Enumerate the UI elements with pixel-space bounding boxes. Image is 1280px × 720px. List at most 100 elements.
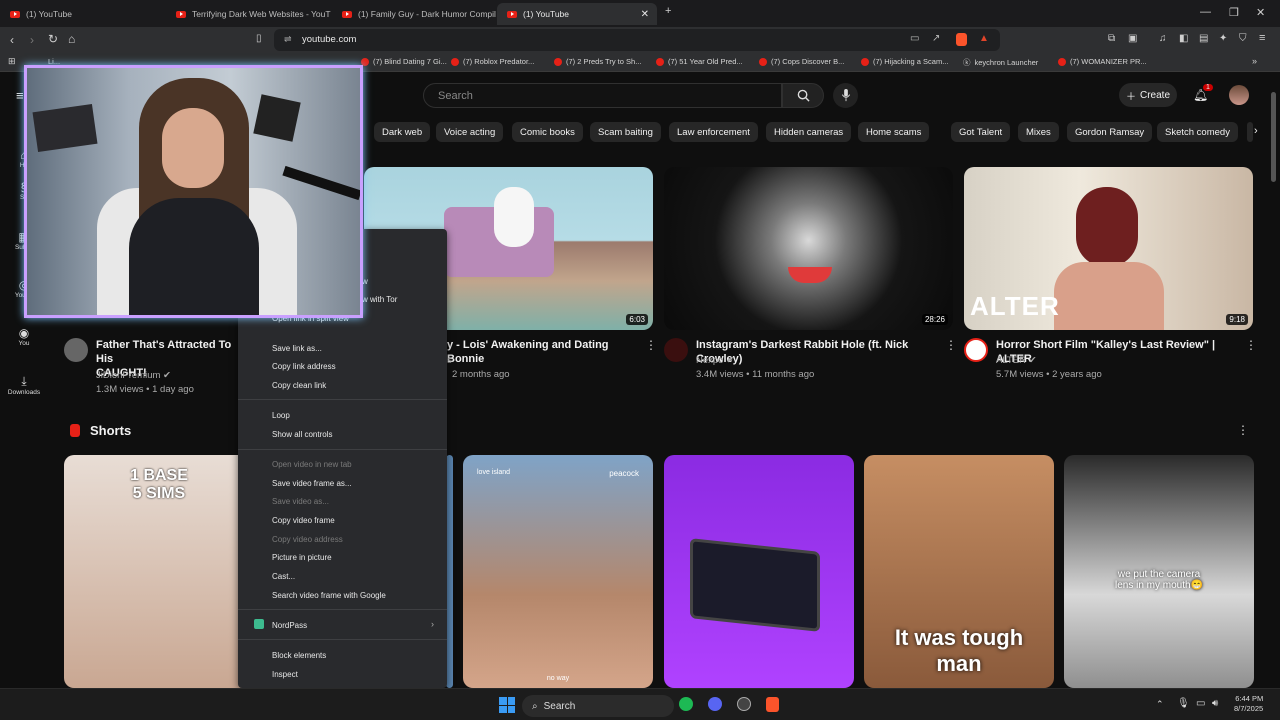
- leo-ai-icon[interactable]: ✦: [1219, 33, 1227, 44]
- channel-avatar[interactable]: [964, 338, 988, 362]
- brave-icon[interactable]: [766, 697, 779, 712]
- chip-overflow[interactable]: [1247, 122, 1253, 142]
- sidebar-item-you[interactable]: ◉ You: [0, 326, 48, 347]
- network-icon[interactable]: ▭: [1196, 698, 1205, 709]
- chip-hidden-cameras[interactable]: Hidden cameras: [766, 122, 852, 142]
- chip-law-enforcement[interactable]: Law enforcement: [669, 122, 758, 142]
- spotify-icon[interactable]: [679, 697, 693, 711]
- screen-icon[interactable]: ▭: [910, 33, 919, 44]
- context-item-save-link-as[interactable]: Save link as...: [272, 344, 322, 353]
- close-tab-icon[interactable]: ✕: [641, 9, 649, 20]
- chip-mixes[interactable]: Mixes: [1018, 122, 1059, 142]
- context-item-copy-link-address[interactable]: Copy link address: [272, 362, 336, 371]
- chip-gordon-ramsay[interactable]: Gordon Ramsay: [1067, 122, 1153, 142]
- more-options-icon[interactable]: ⋮: [1237, 423, 1249, 437]
- brave-rewards-icon[interactable]: ▲: [979, 33, 989, 44]
- sidebar-icon[interactable]: ◧: [1179, 33, 1188, 44]
- context-item-save-video-frame-as[interactable]: Save video frame as...: [272, 479, 352, 488]
- apps-icon[interactable]: ⊞: [8, 56, 16, 67]
- create-button[interactable]: ＋ Create: [1119, 83, 1177, 107]
- chip-sketch-comedy[interactable]: Sketch comedy: [1157, 122, 1238, 142]
- bookmark-item[interactable]: ⓚ keychron Launcher: [963, 57, 1038, 68]
- extensions-icon[interactable]: ⧉: [1108, 33, 1115, 44]
- tab-youtube-active[interactable]: (1) YouTube ✕: [497, 3, 657, 25]
- short-card[interactable]: love island peacock no way: [463, 455, 653, 688]
- context-item-copy-video-frame[interactable]: Copy video frame: [272, 516, 335, 525]
- notifications-button[interactable]: 🔔︎ 1: [1193, 84, 1213, 102]
- short-card-partial[interactable]: [446, 455, 453, 688]
- bookmark-icon[interactable]: ▯: [256, 33, 262, 44]
- chip-home-scams[interactable]: Home scams: [858, 122, 930, 142]
- tab-family-guy[interactable]: (1) Family Guy - Dark Humor Compil: [332, 3, 497, 25]
- volume-icon[interactable]: 🔊︎: [1212, 698, 1218, 709]
- chip-comic-books[interactable]: Comic books: [512, 122, 583, 142]
- windows-start-icon[interactable]: [499, 697, 515, 713]
- clock[interactable]: 6:44 PM 8/7/2025: [1234, 694, 1263, 714]
- more-bookmarks-icon[interactable]: »: [1252, 56, 1257, 66]
- context-item-loop[interactable]: Loop: [272, 411, 290, 420]
- sidebar-item-downloads[interactable]: ⤓ Downloads: [0, 374, 48, 396]
- bookmark-item[interactable]: (7) Cops Discover B...: [759, 57, 844, 66]
- chevron-right-icon[interactable]: ›: [1254, 125, 1258, 137]
- microphone-icon[interactable]: 🎙︎: [1177, 698, 1190, 709]
- share-icon[interactable]: ↗: [932, 33, 940, 44]
- context-item-partial[interactable]: w with Tor: [362, 295, 397, 304]
- taskbar-search[interactable]: ⌕ Search: [522, 695, 674, 717]
- new-tab-icon[interactable]: +: [665, 5, 671, 17]
- more-options-icon[interactable]: ⋮: [1245, 338, 1257, 352]
- hamburger-menu-icon[interactable]: ≡: [16, 88, 24, 103]
- back-icon[interactable]: ‹: [10, 33, 14, 47]
- video-thumbnail[interactable]: ALTER 9:18: [964, 167, 1253, 330]
- bookmark-item[interactable]: (7) Roblox Predator...: [451, 57, 534, 66]
- url-text[interactable]: youtube.com: [302, 34, 356, 45]
- channel-name[interactable]: Nexpo ✔: [696, 354, 734, 368]
- channel-avatar[interactable]: [664, 338, 688, 362]
- bookmark-item[interactable]: (7) Hijacking a Scam...: [861, 57, 948, 66]
- avatar[interactable]: [1229, 85, 1249, 105]
- restore-icon[interactable]: ❐: [1229, 6, 1239, 19]
- more-options-icon[interactable]: ⋮: [645, 338, 657, 352]
- context-item-nordpass[interactable]: NordPass: [272, 621, 307, 630]
- video-title[interactable]: y - Lois' Awakening and Dating Bonnie: [447, 338, 647, 366]
- media-icon[interactable]: ♫: [1159, 33, 1167, 44]
- shield-icon[interactable]: ⛉: [1239, 33, 1247, 44]
- app-icon[interactable]: [737, 697, 751, 711]
- menu-icon[interactable]: ≡: [1259, 32, 1265, 44]
- reload-icon[interactable]: ↻: [48, 32, 58, 46]
- chip-dark-web[interactable]: Dark web: [374, 122, 431, 142]
- context-item-block-elements[interactable]: Block elements: [272, 651, 326, 660]
- discord-icon[interactable]: [708, 697, 722, 711]
- site-info-icon[interactable]: ⇌: [284, 34, 292, 45]
- context-item-show-all-controls[interactable]: Show all controls: [272, 430, 332, 439]
- short-card[interactable]: 1 BASE 5 SIMS: [64, 455, 254, 688]
- voice-search-button[interactable]: [833, 83, 858, 108]
- channel-avatar[interactable]: [64, 338, 88, 362]
- short-card[interactable]: we put the camera lens in my mouth😁: [1064, 455, 1254, 688]
- video-thumbnail[interactable]: 28:26: [664, 167, 953, 330]
- scrollbar-thumb[interactable]: [1271, 92, 1276, 182]
- channel-name[interactable]: ALTER ✔: [996, 354, 1037, 368]
- address-bar[interactable]: ⇌ youtube.com ▭ ↗ ▲: [274, 29, 1000, 51]
- more-options-icon[interactable]: ⋮: [945, 338, 957, 352]
- channel-name[interactable]: s: [447, 354, 452, 368]
- short-card[interactable]: It was tough man: [864, 455, 1054, 688]
- tab-dark-web[interactable]: Terrifying Dark Web Websites - YouT: [166, 3, 331, 25]
- search-button[interactable]: [782, 83, 824, 108]
- vpn-icon[interactable]: ▤: [1199, 33, 1208, 44]
- minimize-icon[interactable]: —: [1200, 6, 1211, 18]
- close-window-icon[interactable]: ✕: [1256, 6, 1265, 19]
- bookmark-item[interactable]: (7) 2 Preds Try to Sh...: [554, 57, 641, 66]
- chip-got-talent[interactable]: Got Talent: [951, 122, 1011, 142]
- wallet-icon[interactable]: ▣: [1128, 33, 1137, 44]
- bookmark-item[interactable]: (7) 51 Year Old Pred...: [656, 57, 743, 66]
- forward-icon[interactable]: ›: [30, 33, 34, 47]
- context-item-search-video-frame-google[interactable]: Search video frame with Google: [272, 591, 386, 600]
- tab-youtube-1[interactable]: (1) YouTube: [0, 3, 165, 25]
- bookmark-item[interactable]: (7) WOMANIZER PR...: [1058, 57, 1147, 66]
- brave-shield-icon[interactable]: [956, 33, 967, 46]
- short-card[interactable]: [664, 455, 854, 688]
- context-item-copy-clean-link[interactable]: Copy clean link: [272, 381, 326, 390]
- channel-name[interactable]: JiDionPremium ✔: [96, 369, 171, 383]
- tray-overflow-icon[interactable]: ⌃: [1156, 699, 1164, 710]
- chip-voice-acting[interactable]: Voice acting: [436, 122, 504, 142]
